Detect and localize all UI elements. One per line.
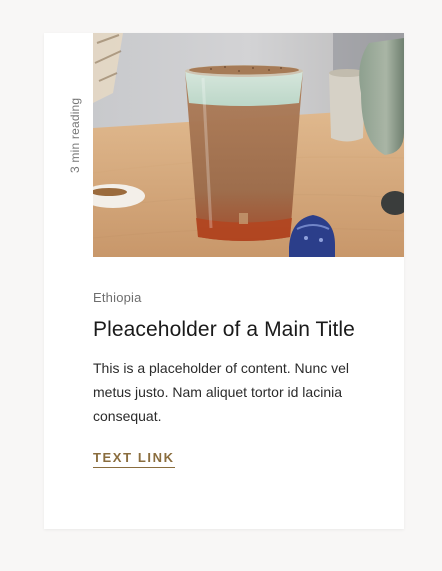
origin-label: Ethiopia xyxy=(93,290,142,305)
card-title: Pleaceholder of a Main Title xyxy=(93,318,355,341)
iced-coffee-photo xyxy=(93,33,404,257)
text-link[interactable]: TEXT LINK xyxy=(93,450,175,468)
reading-time: 3 min reading xyxy=(44,33,93,257)
reading-time-label: 3 min reading xyxy=(68,97,82,173)
article-card[interactable]: 3 min reading Ethiopia Pleaceholder of a… xyxy=(44,33,404,529)
card-content: Ethiopia Pleaceholder of a Main Title Th… xyxy=(93,257,383,468)
card-description: This is a placeholder of content. Nunc v… xyxy=(93,360,350,424)
hero-image[interactable] xyxy=(93,33,404,257)
